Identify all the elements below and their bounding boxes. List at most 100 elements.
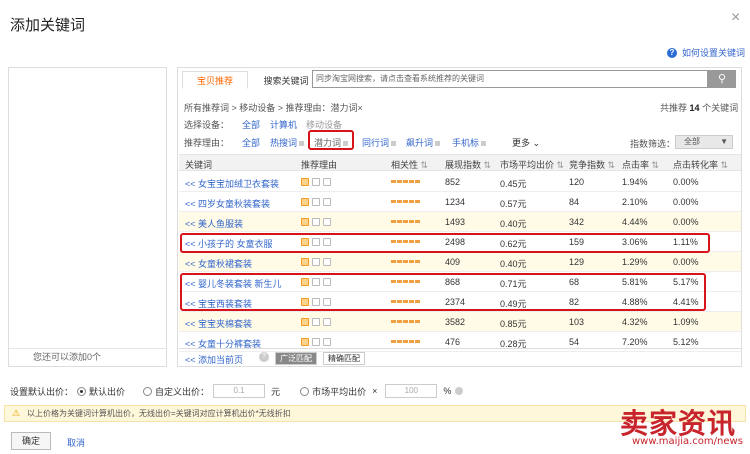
reason-more[interactable]: 更多 ⌄ (512, 136, 540, 149)
col-market-bid[interactable]: 市场平均出价 ⇅ (500, 158, 564, 171)
device-all[interactable]: 全部 (242, 118, 260, 131)
row-reason-icons (301, 198, 331, 206)
market-pct-input[interactable]: 100 (385, 384, 438, 398)
breadcrumb: 所有推荐词 > 移动设备 > 推荐理由：潜力词× (184, 103, 363, 113)
potential-icon (301, 338, 309, 346)
remaining-count: 您还可以添加0个 (9, 348, 166, 366)
default-bid-label: 设置默认出价： (10, 386, 74, 397)
reason-mobile[interactable]: 手机标 (452, 136, 487, 149)
col-impressions[interactable]: 展现指数 ⇅ (445, 158, 491, 171)
row-cvr: 0.00% (673, 217, 699, 227)
row-ctr: 7.20% (622, 337, 648, 347)
mobile-icon (312, 198, 320, 206)
relevance-bar (391, 340, 420, 343)
watermark-url: www.maijia.com/news (632, 436, 743, 447)
potential-icon (301, 318, 309, 326)
exact-match-button[interactable]: 精确匹配 (323, 352, 365, 365)
sort-icon: ⇅ (720, 160, 729, 170)
pct-unit: % (443, 386, 452, 396)
row-impressions: 852 (445, 177, 461, 187)
radio-market-bid[interactable] (300, 386, 310, 396)
device-computer[interactable]: 计算机 (270, 118, 297, 131)
table-row[interactable]: << 四岁女童秋装套装 1234 0.57元 84 2.10% 0.00% (179, 192, 741, 212)
highlight-row-4 (180, 233, 710, 253)
row-keyword[interactable]: << 四岁女童秋装套装 (185, 197, 270, 210)
help-text[interactable]: 如何设置关键词 (682, 46, 745, 59)
row-ctr: 1.94% (622, 177, 648, 187)
sort-icon: ⇅ (420, 160, 429, 170)
pc-icon (323, 338, 331, 346)
caret-down-icon: ▼ (720, 137, 728, 146)
row-impressions: 1234 (445, 197, 466, 207)
row-ctr: 2.10% (622, 197, 648, 207)
row-reason-icons (301, 338, 331, 346)
table-row[interactable]: << 女童秋裙套装 409 0.40元 129 1.29% 0.00% (179, 252, 741, 272)
index-filter-select[interactable]: 全部 ▼ (675, 135, 733, 149)
default-bid-option[interactable]: 默认出价 (89, 385, 125, 398)
reason-all[interactable]: 全部 (242, 136, 260, 149)
tab-item-recommend[interactable]: 宝贝推荐 (182, 71, 248, 89)
reason-label: 推荐理由： (184, 138, 230, 148)
reason-peer[interactable]: 同行词 (362, 136, 397, 149)
mobile-icon (312, 218, 320, 226)
broad-match-button[interactable]: 广泛匹配 (275, 352, 317, 365)
relevance-bar (391, 220, 420, 223)
col-competition[interactable]: 竞争指数 ⇅ (569, 158, 615, 171)
close-icon[interactable]: × (731, 9, 740, 27)
row-market-bid: 0.40元 (500, 219, 527, 229)
col-relevance[interactable]: 相关性 ⇅ (391, 158, 428, 171)
pc-icon (323, 198, 331, 206)
highlight-rows-6-7 (180, 273, 706, 311)
relevance-bar (391, 260, 420, 263)
row-impressions: 476 (445, 337, 461, 347)
row-competition: 120 (569, 177, 585, 187)
help-link[interactable]: ? 如何设置关键词 (667, 46, 745, 59)
help-icon: ? (667, 47, 677, 58)
col-reason: 推荐理由 (301, 160, 338, 170)
cancel-button[interactable]: 取消 (67, 436, 85, 449)
row-reason-icons (301, 258, 331, 266)
table-row[interactable]: << 女宝宝加绒卫衣套装 852 0.45元 120 1.94% 0.00% (179, 172, 741, 192)
row-cvr: 1.09% (673, 317, 699, 327)
index-filter-label: 指数筛选： (630, 139, 676, 149)
mobile-icon (312, 178, 320, 186)
market-bid-option[interactable]: 市场平均出价 (312, 385, 366, 398)
table-row[interactable]: << 美人鱼服装 1493 0.40元 342 4.44% 0.00% (179, 212, 741, 232)
row-keyword[interactable]: << 美人鱼服装 (185, 217, 243, 230)
radio-default-bid[interactable] (77, 386, 87, 396)
custom-bid-input[interactable]: 0.1 (213, 384, 266, 398)
pc-icon (323, 258, 331, 266)
search-button[interactable]: ⚲ (708, 70, 736, 88)
row-cvr: 0.00% (673, 197, 699, 207)
row-impressions: 409 (445, 257, 461, 267)
potential-icon (301, 258, 309, 266)
row-impressions: 1493 (445, 217, 466, 227)
sort-icon: ⇅ (483, 160, 492, 170)
info-icon (455, 387, 464, 395)
row-market-bid: 0.45元 (500, 179, 527, 189)
search-input[interactable]: 同步淘宝网搜索，请点击查看系统推荐的关键词 (312, 70, 708, 88)
mobile-icon (312, 258, 320, 266)
reason-potential[interactable]: 潜力词 (314, 136, 349, 149)
mobile-icon (312, 318, 320, 326)
row-impressions: 3582 (445, 317, 466, 327)
col-ctr[interactable]: 点击率 ⇅ (622, 158, 659, 171)
radio-custom-bid[interactable] (143, 386, 153, 396)
row-keyword[interactable]: << 女童秋裙套装 (185, 257, 252, 270)
info-icon: ? (259, 352, 269, 362)
reason-soaring[interactable]: 飙升词 (406, 136, 441, 149)
row-keyword[interactable]: << 女宝宝加绒卫衣套装 (185, 177, 279, 190)
table-header: 关键词 推荐理由 相关性 ⇅ 展现指数 ⇅ 市场平均出价 ⇅ 竞争指数 ⇅ 点击… (179, 154, 741, 171)
row-competition: 129 (569, 257, 585, 267)
add-current-page-link[interactable]: << 添加当前页 (185, 353, 243, 366)
relevance-bar (391, 200, 420, 203)
col-cvr[interactable]: 点击转化率 ⇅ (673, 158, 728, 171)
chevron-down-icon: ⌄ (532, 138, 541, 148)
confirm-button[interactable]: 确定 (11, 432, 51, 450)
reason-hot[interactable]: 热搜词 (270, 136, 305, 149)
sort-icon: ⇅ (556, 160, 565, 170)
row-keyword[interactable]: << 宝宝夹棉套装 (185, 317, 252, 330)
table-row[interactable]: << 宝宝夹棉套装 3582 0.85元 103 4.32% 1.09% (179, 312, 741, 332)
custom-bid-option[interactable]: 自定义出价： (155, 385, 209, 398)
dialog-title: 添加关键词 (10, 17, 86, 34)
